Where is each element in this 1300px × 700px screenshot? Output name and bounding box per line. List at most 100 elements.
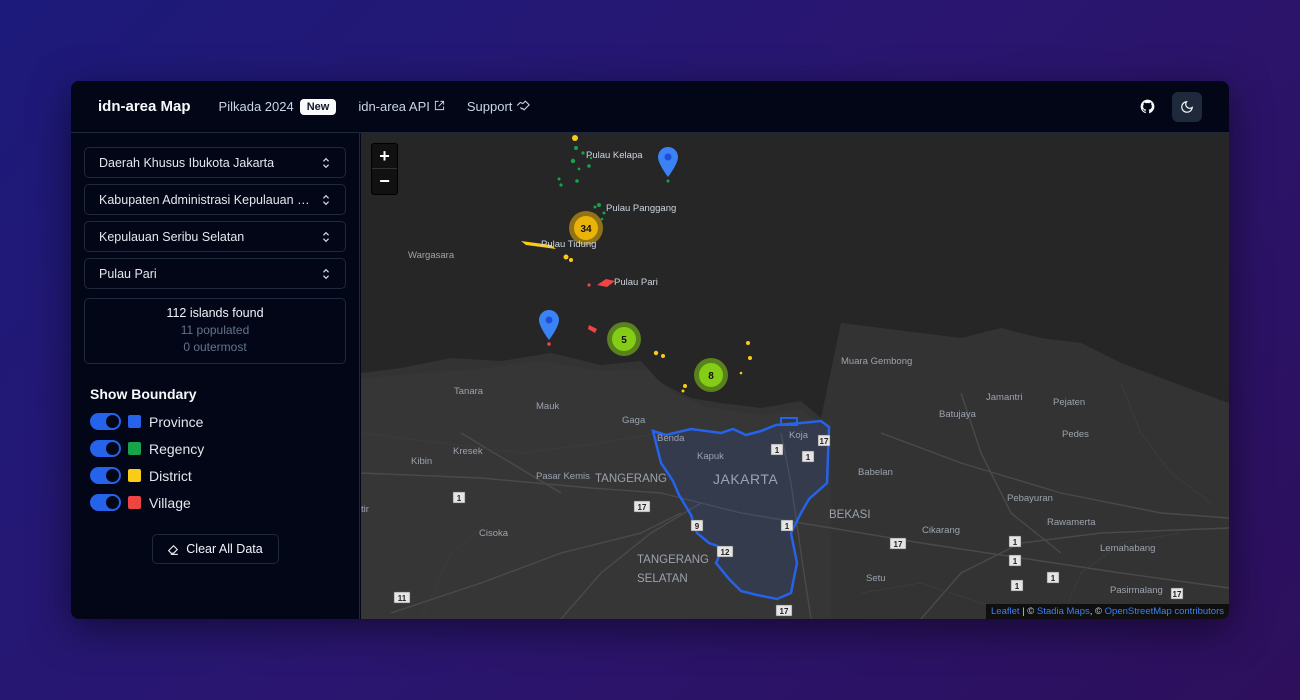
road-shield: 12 — [721, 548, 730, 557]
province-select-value: Daerah Khusus Ibukota Jakarta — [99, 155, 275, 170]
github-icon — [1140, 99, 1154, 114]
external-link-icon — [434, 99, 445, 114]
clear-all-data-button[interactable]: Clear All Data — [151, 534, 279, 564]
road-shield: 1 — [1013, 557, 1018, 566]
regency-toggle[interactable] — [90, 440, 121, 457]
map-label: TANGERANG — [595, 473, 667, 485]
map-label: SELATAN — [637, 573, 688, 585]
road-shield: 17 — [638, 503, 647, 512]
islands-stats: 112 islands found 11 populated 0 outermo… — [84, 298, 346, 364]
regency-select[interactable]: Kabupaten Administrasi Kepulauan Seribu — [84, 184, 346, 215]
map-label: Pasar Kemis — [536, 471, 590, 482]
district-select[interactable]: Kepulauan Seribu Selatan — [84, 221, 346, 252]
map-attribution: Leaflet | © Stadia Maps, © OpenStreetMap… — [986, 604, 1229, 619]
boundary-province-row: Province — [90, 412, 346, 431]
sidebar: Daerah Khusus Ibukota Jakarta Kabupaten … — [71, 133, 360, 619]
village-label: Village — [149, 494, 191, 511]
map-label: Pedes — [1062, 429, 1089, 440]
attribution-sep: , © — [1089, 606, 1105, 617]
district-label: District — [149, 467, 192, 484]
province-select[interactable]: Daerah Khusus Ibukota Jakarta — [84, 147, 346, 178]
map-label: Kapuk — [697, 451, 724, 462]
map-label: Lemahabang — [1100, 543, 1156, 554]
village-toggle[interactable] — [90, 494, 121, 511]
map-label: Kresek — [453, 446, 483, 457]
map-label: Pejaten — [1053, 397, 1086, 408]
road-shield: 9 — [695, 522, 700, 531]
village-select-value: Pulau Pari — [99, 266, 157, 281]
nav-support[interactable]: Support — [467, 99, 532, 115]
cluster-count: 5 — [621, 335, 627, 346]
boundary-district-row: District — [90, 466, 346, 485]
show-boundary-title: Show Boundary — [90, 386, 197, 402]
stadia-link[interactable]: Stadia Maps — [1037, 606, 1090, 617]
map-label: Pasirmalang — [1110, 585, 1163, 596]
road-shield: 17 — [894, 540, 903, 549]
road-shield: 17 — [1173, 590, 1182, 599]
nav-support-label: Support — [466, 99, 513, 114]
road-shield: 17 — [780, 607, 789, 616]
zoom-in-button[interactable]: + — [372, 144, 397, 169]
map-label: Setu — [866, 573, 886, 584]
github-button[interactable] — [1132, 92, 1162, 122]
district-select-value: Kepulauan Seribu Selatan — [99, 229, 245, 244]
road-shield: 1 — [1015, 582, 1020, 591]
map-label: tir — [361, 504, 369, 515]
handshake-icon — [516, 99, 531, 115]
road-shield: 1 — [775, 446, 780, 455]
map-view[interactable]: 1 17 1 1 17 9 1 12 17 1 17 1 1 11 17 1 3… — [361, 133, 1229, 619]
theme-toggle-button[interactable] — [1172, 91, 1202, 122]
province-label: Province — [149, 413, 204, 430]
top-navbar: idn-area Map Pilkada 2024 New idn-area A… — [71, 81, 1229, 133]
map-canvas: 1 17 1 1 17 9 1 12 17 1 17 1 1 11 17 1 3… — [361, 133, 1229, 619]
road-shield: 1 — [806, 453, 811, 462]
map-label: Muara Gembong — [841, 356, 913, 367]
islands-outermost: 0 outermost — [183, 340, 247, 354]
brand-title[interactable]: idn-area Map — [98, 98, 191, 115]
boundary-regency-row: Regency — [90, 439, 346, 458]
map-label: Tanara — [454, 386, 484, 397]
road-shield: 11 — [398, 594, 407, 603]
road-shield: 1 — [785, 522, 790, 531]
nav-pilkada[interactable]: Pilkada 2024 New — [218, 98, 337, 115]
new-badge: New — [299, 98, 337, 115]
district-swatch — [128, 469, 141, 482]
map-label: TANGERANG — [637, 554, 709, 566]
leaflet-link[interactable]: Leaflet — [991, 606, 1020, 617]
islands-populated: 11 populated — [180, 323, 250, 337]
attribution-sep: | © — [1019, 606, 1037, 617]
nav-pilkada-label: Pilkada 2024 — [218, 99, 294, 114]
map-label: Kibin — [411, 456, 433, 467]
map-label: Jamantri — [986, 392, 1023, 403]
district-toggle[interactable] — [90, 467, 121, 484]
map-label: Cikarang — [922, 525, 961, 536]
clear-all-data-label: Clear All Data — [186, 542, 263, 556]
moon-icon — [1181, 100, 1193, 113]
road-shield: 17 — [820, 437, 829, 446]
cluster-count: 8 — [708, 371, 714, 382]
cluster-count: 34 — [580, 224, 592, 235]
osm-link[interactable]: OpenStreetMap contributors — [1105, 606, 1224, 617]
zoom-control: + − — [371, 143, 398, 195]
boundary-village-row: Village — [90, 493, 346, 512]
zoom-out-button[interactable]: − — [372, 169, 397, 194]
map-label: Mauk — [536, 401, 560, 412]
map-label: Koja — [789, 430, 809, 441]
map-label: Wargasara — [408, 250, 455, 261]
road-shield: 1 — [1051, 574, 1056, 583]
chevron-updown-icon — [322, 194, 330, 205]
chevron-updown-icon — [322, 231, 330, 242]
map-label: Batujaya — [939, 409, 976, 420]
village-select[interactable]: Pulau Pari — [84, 258, 346, 289]
eraser-icon — [168, 544, 179, 555]
nav-api[interactable]: idn-area API — [358, 99, 445, 114]
road-shield: 1 — [1013, 538, 1018, 547]
map-label: Rawamerta — [1047, 517, 1096, 528]
regency-select-value: Kabupaten Administrasi Kepulauan Seribu — [99, 192, 314, 207]
nav-api-label: idn-area API — [358, 99, 430, 114]
map-label: Pulau Panggang — [606, 203, 677, 214]
map-label: Benda — [657, 433, 685, 444]
province-toggle[interactable] — [90, 413, 121, 430]
map-label: BEKASI — [829, 509, 871, 521]
regency-swatch — [128, 442, 141, 455]
